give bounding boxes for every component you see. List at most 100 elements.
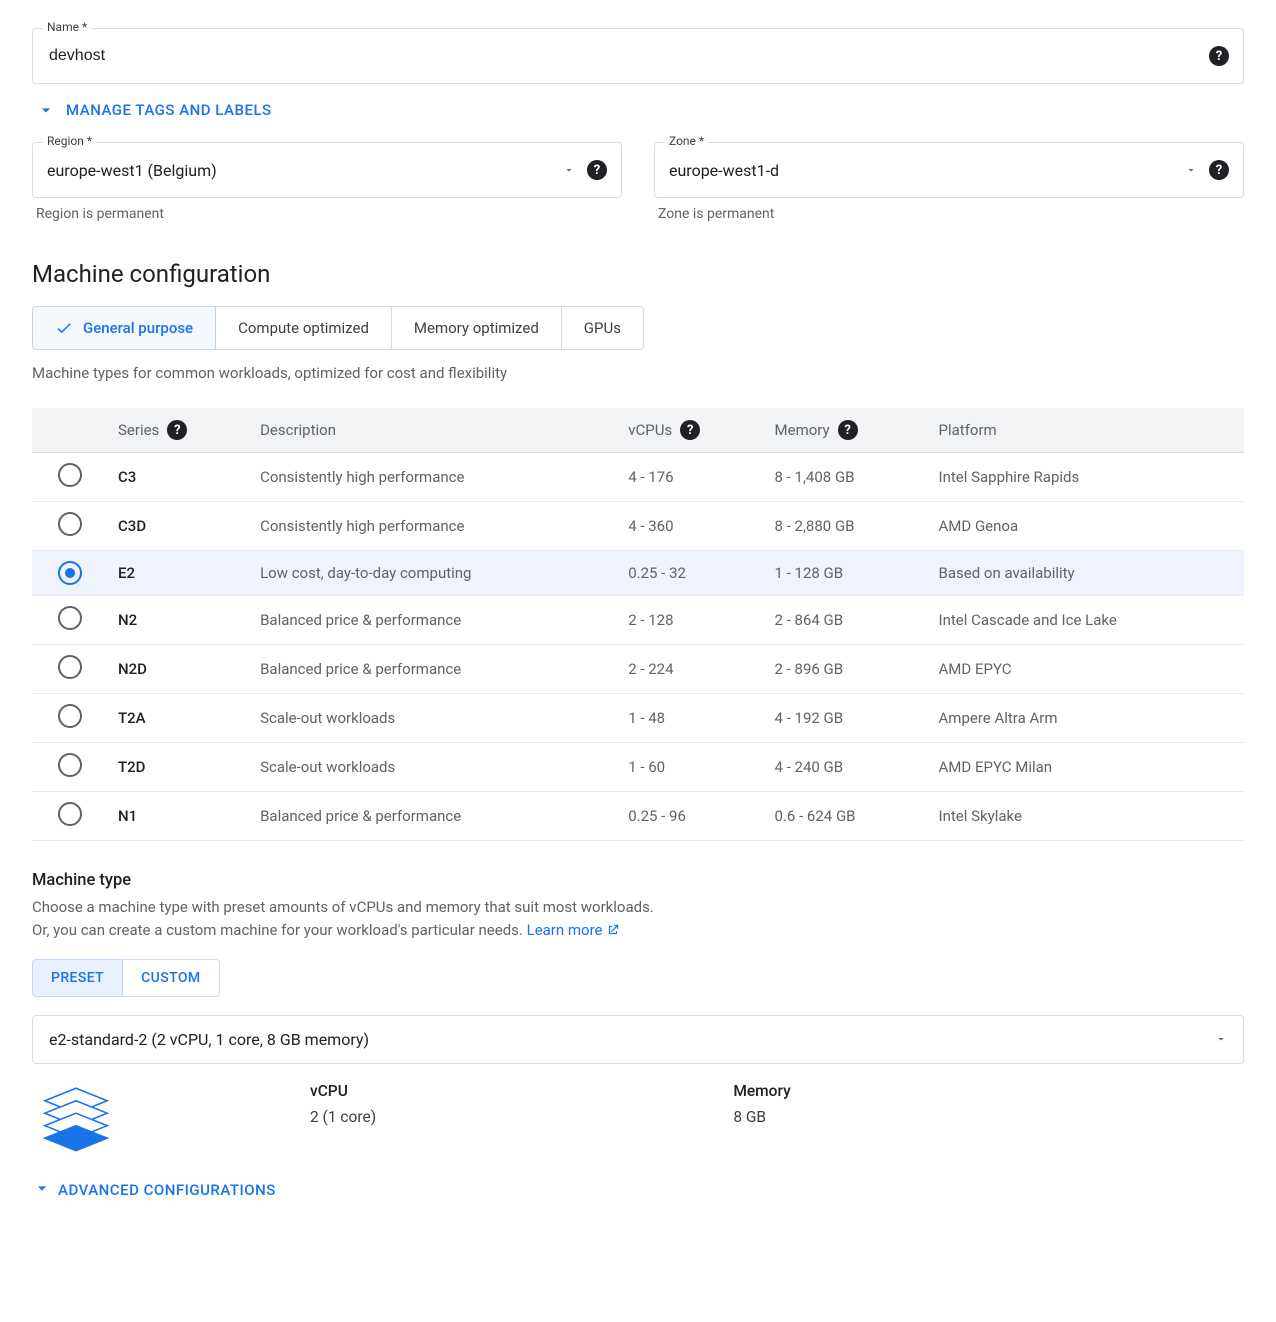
series-memory: 2 - 896 GB <box>765 645 929 694</box>
series-radio[interactable] <box>32 596 108 645</box>
series-radio[interactable] <box>32 645 108 694</box>
series-name: N2D <box>108 645 250 694</box>
series-vcpus: 4 - 360 <box>618 502 764 551</box>
machine-config-heading: Machine configuration <box>32 260 1244 288</box>
series-description: Consistently high performance <box>250 502 618 551</box>
name-input[interactable] <box>47 46 1209 66</box>
machine-category-tabs: General purpose Compute optimized Memory… <box>32 306 1244 350</box>
series-radio[interactable] <box>32 551 108 596</box>
preset-button[interactable]: PRESET <box>32 959 123 997</box>
dropdown-icon <box>1185 164 1197 176</box>
tab-label: Compute optimized <box>238 319 369 337</box>
tab-label: GPUs <box>584 319 621 337</box>
series-radio[interactable] <box>32 502 108 551</box>
chevron-down-icon <box>32 1184 52 1196</box>
series-vcpus: 4 - 176 <box>618 453 764 502</box>
series-vcpus: 0.25 - 32 <box>618 551 764 596</box>
series-radio[interactable] <box>32 792 108 841</box>
radio-header <box>32 408 108 453</box>
machine-type-value: e2-standard-2 (2 vCPU, 1 core, 8 GB memo… <box>49 1030 369 1049</box>
help-icon[interactable]: ? <box>167 420 187 440</box>
series-memory: 2 - 864 GB <box>765 596 929 645</box>
series-name: T2D <box>108 743 250 792</box>
series-radio[interactable] <box>32 743 108 792</box>
series-radio[interactable] <box>32 694 108 743</box>
series-name: T2A <box>108 694 250 743</box>
description-header: Description <box>250 408 618 453</box>
series-name: N1 <box>108 792 250 841</box>
help-icon[interactable]: ? <box>587 160 607 180</box>
vcpu-value: 2 (1 core) <box>310 1108 733 1126</box>
series-memory: 4 - 240 GB <box>765 743 929 792</box>
custom-button[interactable]: CUSTOM <box>122 959 219 997</box>
table-row[interactable]: N1Balanced price & performance0.25 - 960… <box>32 792 1244 841</box>
check-icon <box>55 319 73 337</box>
series-table: Series ? Description vCPUs ? Memory ? <box>32 408 1244 841</box>
series-memory: 8 - 1,408 GB <box>765 453 929 502</box>
advanced-configurations-toggle[interactable]: ADVANCED CONFIGURATIONS <box>32 1184 1244 1196</box>
tab-general-purpose[interactable]: General purpose <box>32 306 216 350</box>
series-memory: 0.6 - 624 GB <box>765 792 929 841</box>
region-helper: Region is permanent <box>36 206 618 222</box>
series-vcpus: 1 - 60 <box>618 743 764 792</box>
name-label: Name <box>43 20 91 34</box>
external-link-icon <box>603 921 620 939</box>
region-value: europe-west1 (Belgium) <box>47 161 563 180</box>
series-description: Scale-out workloads <box>250 694 618 743</box>
preset-custom-toggle: PRESET CUSTOM <box>32 959 220 997</box>
series-name: C3 <box>108 453 250 502</box>
series-platform: Ampere Altra Arm <box>929 694 1244 743</box>
vcpus-header: vCPUs ? <box>618 408 764 453</box>
table-row[interactable]: T2AScale-out workloads1 - 484 - 192 GBAm… <box>32 694 1244 743</box>
tab-label: General purpose <box>83 319 193 337</box>
name-field[interactable]: Name ? <box>32 28 1244 84</box>
series-platform: AMD EPYC <box>929 645 1244 694</box>
series-name: N2 <box>108 596 250 645</box>
advanced-label: ADVANCED CONFIGURATIONS <box>58 1184 276 1196</box>
table-row[interactable]: C3DConsistently high performance4 - 3608… <box>32 502 1244 551</box>
learn-more-link[interactable]: Learn more <box>527 921 620 939</box>
table-row[interactable]: N2DBalanced price & performance2 - 2242 … <box>32 645 1244 694</box>
series-description: Consistently high performance <box>250 453 618 502</box>
tab-gpus[interactable]: GPUs <box>561 306 644 350</box>
vcpu-label: vCPU <box>310 1082 733 1100</box>
zone-label: Zone <box>665 134 708 148</box>
machine-type-heading: Machine type <box>32 871 1244 890</box>
manage-tags-label: MANAGE TAGS AND LABELS <box>66 101 272 119</box>
series-header: Series ? <box>108 408 250 453</box>
series-radio[interactable] <box>32 453 108 502</box>
series-platform: AMD EPYC Milan <box>929 743 1244 792</box>
tab-compute-optimized[interactable]: Compute optimized <box>215 306 392 350</box>
series-description: Balanced price & performance <box>250 645 618 694</box>
series-platform: AMD Genoa <box>929 502 1244 551</box>
table-row[interactable]: C3Consistently high performance4 - 1768 … <box>32 453 1244 502</box>
region-select[interactable]: Region europe-west1 (Belgium) ? <box>32 142 622 198</box>
series-platform: Based on availability <box>929 551 1244 596</box>
memory-header: Memory ? <box>765 408 929 453</box>
machine-type-summary: vCPU 2 (1 core) Memory 8 GB <box>32 1082 1244 1160</box>
zone-select[interactable]: Zone europe-west1-d ? <box>654 142 1244 198</box>
tab-description: Machine types for common workloads, opti… <box>32 364 1244 382</box>
tab-memory-optimized[interactable]: Memory optimized <box>391 306 562 350</box>
series-platform: Intel Cascade and Ice Lake <box>929 596 1244 645</box>
help-icon[interactable]: ? <box>680 420 700 440</box>
help-icon[interactable]: ? <box>1209 160 1229 180</box>
table-row[interactable]: N2Balanced price & performance2 - 1282 -… <box>32 596 1244 645</box>
help-icon[interactable]: ? <box>838 420 858 440</box>
series-description: Balanced price & performance <box>250 596 618 645</box>
dropdown-icon <box>563 164 575 176</box>
series-memory: 1 - 128 GB <box>765 551 929 596</box>
series-name: C3D <box>108 502 250 551</box>
series-vcpus: 2 - 128 <box>618 596 764 645</box>
series-description: Scale-out workloads <box>250 743 618 792</box>
machine-type-select[interactable]: e2-standard-2 (2 vCPU, 1 core, 8 GB memo… <box>32 1015 1244 1064</box>
stack-icon <box>32 1082 120 1160</box>
memory-value: 8 GB <box>733 1108 1244 1126</box>
series-memory: 8 - 2,880 GB <box>765 502 929 551</box>
table-row[interactable]: E2Low cost, day-to-day computing0.25 - 3… <box>32 551 1244 596</box>
region-label: Region <box>43 134 96 148</box>
table-row[interactable]: T2DScale-out workloads1 - 604 - 240 GBAM… <box>32 743 1244 792</box>
series-memory: 4 - 192 GB <box>765 694 929 743</box>
help-icon[interactable]: ? <box>1209 46 1229 66</box>
manage-tags-toggle[interactable]: MANAGE TAGS AND LABELS <box>36 100 1244 120</box>
